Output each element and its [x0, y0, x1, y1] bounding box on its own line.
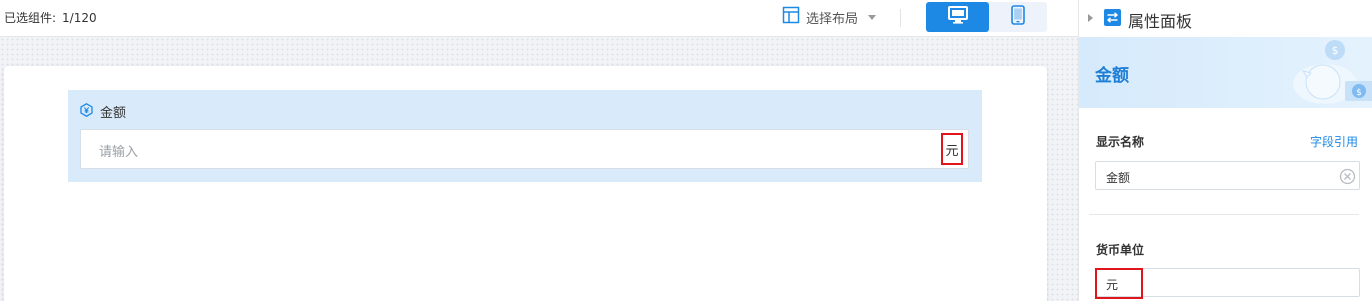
toolbar-divider	[900, 9, 901, 27]
collapse-toggle-icon[interactable]	[1088, 14, 1093, 22]
panel-settings-icon	[1104, 9, 1121, 30]
currency-unit-suffix: 元	[941, 133, 963, 165]
desktop-view-button[interactable]	[926, 2, 989, 32]
property-panel: 属性面板 金额 $ $ 显示名称 字段引用 金额 货币单位 元	[1078, 0, 1372, 301]
piggy-bank-illustration: $ $	[1263, 37, 1372, 108]
mobile-view-button[interactable]	[989, 2, 1047, 32]
panel-title: 属性面板	[1128, 12, 1193, 31]
top-toolbar: 已选组件: 1/120 选择布局	[0, 0, 1078, 37]
currency-unit-label: 货币单位	[1096, 243, 1145, 257]
form-card: 金额 请输入 元	[4, 66, 1047, 301]
component-banner: 金额 $ $	[1079, 37, 1372, 108]
currency-unit-input[interactable]: 元	[1095, 268, 1360, 299]
desktop-icon	[947, 6, 968, 28]
field-header: 金额	[80, 102, 126, 121]
amount-input[interactable]: 请输入 元	[80, 129, 969, 169]
svg-text:$: $	[1332, 44, 1339, 57]
selected-label: 已选组件:	[4, 11, 57, 25]
chevron-down-icon	[868, 14, 877, 20]
display-name-value: 金额	[1106, 171, 1131, 185]
layout-picker-label: 选择布局	[806, 11, 859, 27]
highlight-box	[1095, 268, 1143, 299]
clear-icon[interactable]	[1339, 168, 1356, 189]
layout-icon	[782, 6, 800, 28]
layout-picker[interactable]: 选择布局	[782, 6, 877, 28]
display-name-input[interactable]: 金额	[1095, 161, 1360, 190]
svg-text:$: $	[1356, 88, 1362, 98]
amount-placeholder: 请输入	[99, 145, 139, 160]
selected-count: 已选组件: 1/120	[4, 9, 97, 26]
section-divider	[1089, 214, 1359, 215]
mobile-icon	[1011, 5, 1025, 29]
field-label: 金额	[100, 106, 127, 121]
field-ref-link[interactable]: 字段引用	[1310, 133, 1358, 150]
design-canvas: 金额 请输入 元	[0, 37, 1078, 301]
currency-unit-value: 元	[1106, 278, 1119, 292]
panel-header: 属性面板	[1079, 0, 1372, 37]
amount-field-block[interactable]: 金额 请输入 元	[68, 90, 982, 182]
selected-count-value: 1/120	[62, 11, 97, 25]
display-name-label: 显示名称	[1096, 135, 1145, 149]
banner-title: 金额	[1095, 66, 1129, 86]
device-switch	[926, 2, 1047, 32]
currency-field-icon	[80, 102, 93, 121]
